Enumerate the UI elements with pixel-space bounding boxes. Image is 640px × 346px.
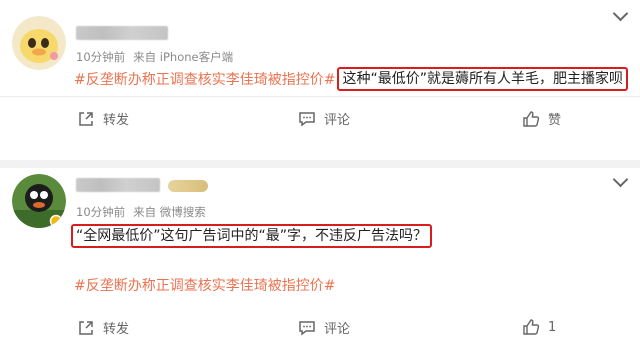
share-button[interactable]: 转发 [77, 318, 129, 337]
like-label: 赞 [548, 113, 562, 128]
user-badge [168, 180, 208, 192]
share-button[interactable]: 转发 [77, 109, 129, 128]
chevron-down-icon[interactable] [612, 171, 629, 188]
comment-label: 评论 [324, 322, 351, 337]
thumbs-up-icon [523, 319, 540, 335]
avatar[interactable] [12, 16, 66, 70]
comment-button[interactable]: 评论 [298, 109, 350, 128]
post-meta: 10分钟前 来自 微博搜索 [76, 204, 206, 220]
post-text: “全网最低价”这句广告词中的“最”字，不违反广告法吗？ [71, 224, 433, 248]
comment-button[interactable]: 评论 [298, 318, 350, 337]
like-count: 1 [548, 319, 557, 335]
username-blurred[interactable] [76, 178, 160, 192]
share-label: 转发 [103, 113, 130, 128]
thumbs-up-icon [523, 110, 540, 127]
username-blurred[interactable] [76, 26, 168, 40]
share-icon [79, 111, 93, 126]
highlighted-quote: 这种“最低价”就是薅所有人羊毛，肥主播家呗 [337, 67, 628, 91]
avatar[interactable] [12, 174, 66, 228]
topic-link[interactable]: #反垄断办称正调查核实李佳琦被指控价# [74, 278, 335, 294]
post-topic: #反垄断办称正调查核实李佳琦被指控价# [74, 276, 335, 296]
comment-label: 评论 [324, 113, 351, 128]
like-button[interactable]: 1 [522, 318, 556, 336]
action-bar: 转发 评论 1 [0, 306, 640, 346]
post-text: #反垄断办称正调查核实李佳琦被指控价# 这种“最低价”就是薅所有人羊毛，肥主播家呗 [74, 67, 628, 92]
comment-card-1: 10分钟前 来自 iPhone客户端 #反垄断办称正调查核实李佳琦被指控价# 这种“… [0, 0, 640, 160]
post-time: 10分钟前 [76, 50, 126, 64]
like-button[interactable]: 赞 [522, 109, 561, 128]
chevron-down-icon[interactable] [612, 5, 629, 22]
post-source: 来自 iPhone客户端 [133, 50, 234, 64]
comment-icon [299, 111, 315, 126]
share-icon [79, 320, 93, 335]
highlighted-quote: “全网最低价”这句广告词中的“最”字，不违反广告法吗？ [71, 224, 433, 248]
topic-link[interactable]: #反垄断办称正调查核实李佳琦被指控价# [74, 72, 335, 88]
post-meta: 10分钟前 来自 iPhone客户端 [76, 49, 233, 65]
divider [0, 160, 640, 168]
post-time: 10分钟前 [76, 205, 126, 219]
comment-card-2: 10分钟前 来自 微博搜索 “全网最低价”这句广告词中的“最”字，不违反广告法吗？… [0, 168, 640, 346]
share-label: 转发 [103, 322, 130, 337]
post-source: 来自 微博搜索 [133, 205, 206, 219]
action-bar: 转发 评论 赞 [0, 96, 640, 137]
comment-icon [299, 320, 315, 335]
